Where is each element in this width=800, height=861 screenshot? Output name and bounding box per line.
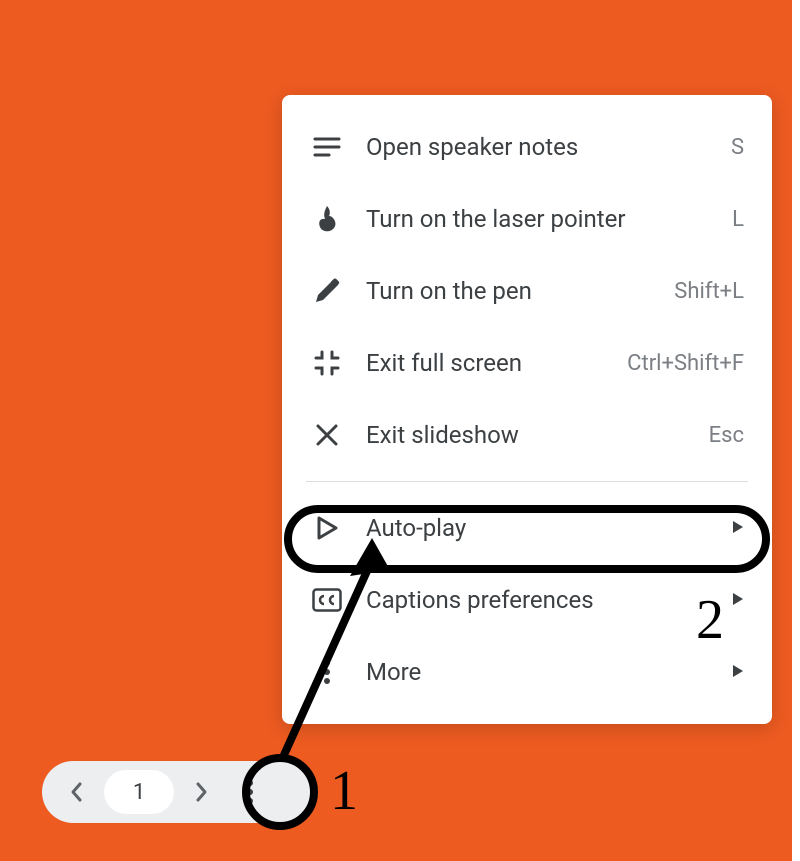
menu-item-shortcut: Esc	[709, 423, 744, 448]
menu-item-label: Turn on the pen	[344, 277, 674, 305]
menu-item-exit-full-screen[interactable]: Exit full screen Ctrl+Shift+F	[282, 327, 772, 399]
submenu-arrow-icon	[732, 663, 744, 682]
slide-number-display[interactable]: 1	[104, 770, 174, 814]
menu-item-label: Open speaker notes	[344, 133, 731, 161]
menu-item-label: Auto-play	[344, 514, 732, 542]
previous-slide-button[interactable]	[56, 772, 96, 812]
menu-item-label: Turn on the laser pointer	[344, 205, 732, 233]
menu-item-shortcut: Ctrl+Shift+F	[627, 351, 744, 376]
notes-icon	[310, 136, 344, 158]
menu-item-label: Exit slideshow	[344, 421, 709, 449]
close-icon	[310, 423, 344, 447]
exit-full-icon	[310, 349, 344, 377]
laser-icon	[310, 204, 344, 234]
submenu-arrow-icon	[732, 519, 744, 538]
cc-icon	[310, 588, 344, 612]
menu-item-shortcut: S	[731, 135, 744, 160]
play-outline-icon	[310, 515, 344, 541]
menu-item-shortcut: Shift+L	[674, 279, 744, 304]
presenter-toolbar: 1	[42, 761, 318, 823]
page-edge	[792, 0, 800, 861]
menu-item-auto-play[interactable]: Auto-play	[282, 492, 772, 564]
menu-item-open-speaker-notes[interactable]: Open speaker notes S	[282, 111, 772, 183]
pen-icon	[310, 277, 344, 305]
annotation-step-1: 1	[330, 763, 358, 819]
menu-item-shortcut: L	[732, 207, 744, 232]
menu-item-label: Captions preferences	[344, 586, 732, 614]
submenu-arrow-icon	[732, 591, 744, 610]
slide-number-value: 1	[133, 780, 145, 805]
more-vert-icon	[310, 659, 344, 685]
menu-item-exit-slideshow[interactable]: Exit slideshow Esc	[282, 399, 772, 471]
menu-divider	[306, 481, 748, 482]
more-options-button[interactable]	[230, 772, 270, 812]
menu-item-laser-pointer[interactable]: Turn on the laser pointer L	[282, 183, 772, 255]
menu-item-label: Exit full screen	[344, 349, 627, 377]
menu-item-more[interactable]: More	[282, 636, 772, 708]
slideshow-options-menu: Open speaker notes S Turn on the laser p…	[282, 95, 772, 724]
menu-item-captions-preferences[interactable]: Captions preferences	[282, 564, 772, 636]
menu-item-pen[interactable]: Turn on the pen Shift+L	[282, 255, 772, 327]
next-slide-button[interactable]	[182, 772, 222, 812]
menu-item-label: More	[344, 658, 732, 686]
